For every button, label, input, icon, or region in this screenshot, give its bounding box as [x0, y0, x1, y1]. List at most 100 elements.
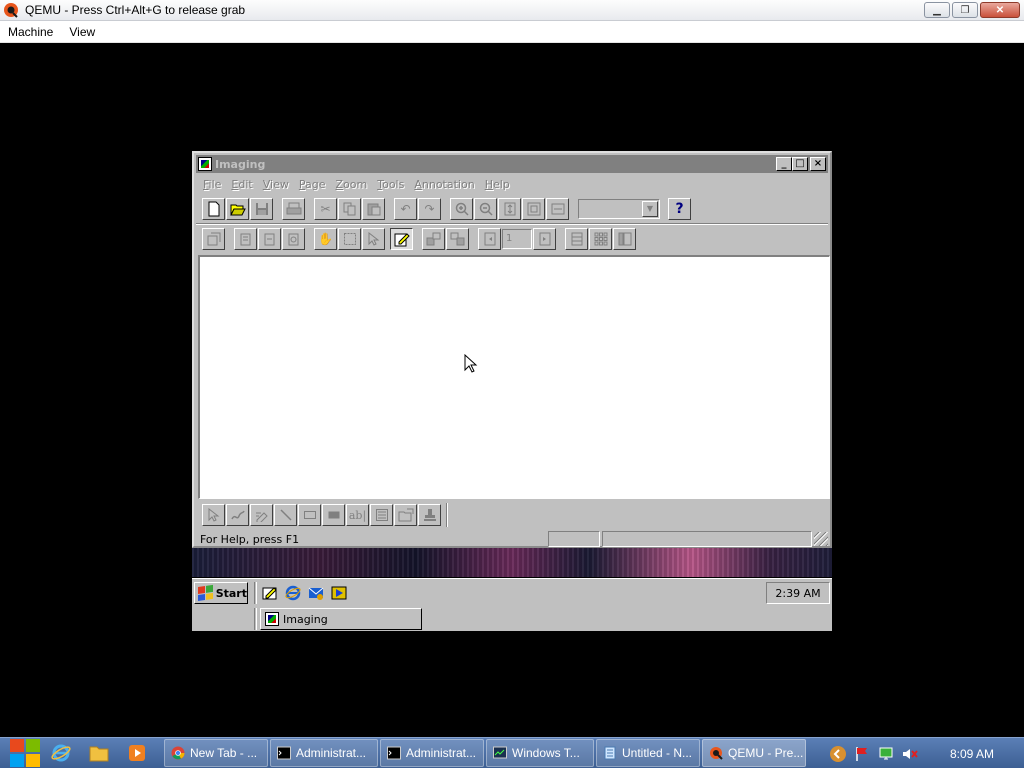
- select-rect-icon[interactable]: [338, 228, 361, 250]
- rotate-left-icon[interactable]: [422, 228, 445, 250]
- menu-file[interactable]: File: [198, 178, 226, 191]
- standard-toolbar: ✂ ↶ ↷ ▼ ?: [198, 195, 692, 223]
- host-task-label: Windows T...: [512, 746, 580, 760]
- next-page-icon[interactable]: [533, 228, 556, 250]
- show-desktop-icon[interactable]: [260, 583, 280, 603]
- page-number-field[interactable]: 1: [502, 229, 532, 249]
- zoom-in-icon[interactable]: [450, 198, 473, 220]
- annotation-select-icon[interactable]: [202, 504, 225, 526]
- chevron-down-icon[interactable]: ▼: [642, 201, 658, 217]
- show-hidden-icons-icon[interactable]: [828, 744, 848, 764]
- undo-icon[interactable]: ↶: [394, 198, 417, 220]
- imaging-app-icon[interactable]: [198, 157, 212, 171]
- qemu-window-title: QEMU - Press Ctrl+Alt+G to release grab: [25, 3, 246, 17]
- redo-icon[interactable]: ↷: [418, 198, 441, 220]
- previous-page-icon[interactable]: [478, 228, 501, 250]
- menu-help[interactable]: Help: [480, 178, 515, 191]
- taskbar-button-imaging[interactable]: Imaging: [260, 608, 422, 630]
- host-task-admin-1[interactable]: Administrat...: [270, 739, 378, 767]
- insert-page-icon[interactable]: [234, 228, 257, 250]
- imaging-minimize-button[interactable]: _: [776, 157, 792, 171]
- highlighter-icon[interactable]: [250, 504, 273, 526]
- qemu-app-icon: [710, 747, 723, 760]
- notepad-icon: [604, 746, 616, 760]
- windows-start-icon[interactable]: [10, 739, 40, 767]
- quick-launch: [260, 583, 349, 603]
- host-task-untitled-notepad[interactable]: Untitled - N...: [596, 739, 700, 767]
- zoom-out-icon[interactable]: [474, 198, 497, 220]
- filled-rectangle-icon[interactable]: [322, 504, 345, 526]
- save-icon[interactable]: [250, 198, 273, 220]
- fit-width-icon[interactable]: [546, 198, 569, 220]
- scan-page-icon[interactable]: [202, 228, 225, 250]
- append-page-icon[interactable]: [258, 228, 281, 250]
- straight-line-icon[interactable]: [274, 504, 297, 526]
- guest-desktop-wallpaper: [192, 547, 832, 577]
- status-text: For Help, press F1: [200, 532, 300, 546]
- thumbnail-view-icon[interactable]: [589, 228, 612, 250]
- text-from-file-icon[interactable]: [394, 504, 417, 526]
- attach-a-note-icon[interactable]: [370, 504, 393, 526]
- outlook-express-icon[interactable]: [306, 583, 326, 603]
- host-task-windows-t[interactable]: Windows T...: [486, 739, 594, 767]
- page-and-thumbnails-view-icon[interactable]: [613, 228, 636, 250]
- statusbar: For Help, press F1: [196, 530, 828, 548]
- media-player-icon[interactable]: [120, 739, 154, 767]
- imaging-menubar: File Edit View Page Zoom Tools Annotatio…: [198, 175, 515, 193]
- help-icon[interactable]: ?: [668, 198, 691, 220]
- windows-logo-icon: [198, 584, 213, 602]
- menu-edit[interactable]: Edit: [226, 178, 257, 191]
- command-prompt-icon: [277, 746, 291, 760]
- network-icon[interactable]: [876, 744, 896, 764]
- menu-view[interactable]: View: [258, 178, 294, 191]
- paste-icon[interactable]: [362, 198, 385, 220]
- guest-clock[interactable]: 2:39 AM: [766, 582, 830, 604]
- fit-height-icon[interactable]: [498, 198, 521, 220]
- volume-muted-icon[interactable]: [900, 744, 920, 764]
- rotate-right-icon[interactable]: [446, 228, 469, 250]
- qemu-menu-view[interactable]: View: [61, 25, 103, 39]
- qemu-menu-machine[interactable]: Machine: [0, 25, 61, 39]
- resize-grip[interactable]: [814, 532, 828, 546]
- image-canvas[interactable]: [198, 255, 830, 499]
- imaging-titlebar[interactable]: Imaging _ □ ×: [196, 155, 828, 173]
- freehand-line-icon[interactable]: [226, 504, 249, 526]
- qemu-restore-button[interactable]: ❐: [952, 2, 978, 18]
- action-center-flag-icon[interactable]: [852, 744, 872, 764]
- annotation-toolbar-icon[interactable]: [390, 228, 413, 250]
- qemu-close-button[interactable]: ✕: [980, 2, 1020, 18]
- host-task-new-tab[interactable]: New Tab - ...: [164, 739, 268, 767]
- host-task-qemu[interactable]: QEMU - Pre...: [702, 739, 806, 767]
- best-fit-icon[interactable]: [522, 198, 545, 220]
- drag-hand-icon[interactable]: ✋: [314, 228, 337, 250]
- host-clock[interactable]: 8:09 AM: [950, 747, 994, 761]
- menu-tools[interactable]: Tools: [372, 178, 409, 191]
- print-icon[interactable]: [282, 198, 305, 220]
- imaging-maximize-button[interactable]: □: [792, 157, 808, 171]
- host-task-admin-2[interactable]: Administrat...: [380, 739, 484, 767]
- internet-explorer-icon[interactable]: [44, 739, 78, 767]
- copy-icon[interactable]: [338, 198, 361, 220]
- qemu-minimize-button[interactable]: ▁: [924, 2, 950, 18]
- internet-explorer-icon[interactable]: [283, 583, 303, 603]
- channels-icon[interactable]: [329, 583, 349, 603]
- rubber-stamp-icon[interactable]: [418, 504, 441, 526]
- zoom-combo[interactable]: ▼: [578, 199, 660, 219]
- start-button[interactable]: Start: [194, 582, 248, 604]
- imaging-close-button[interactable]: ×: [810, 157, 826, 171]
- rescan-page-icon[interactable]: [282, 228, 305, 250]
- new-icon[interactable]: [202, 198, 225, 220]
- open-icon[interactable]: [226, 198, 249, 220]
- guest-screen: Imaging _ □ × File Edit View Page Zoom T…: [192, 151, 832, 631]
- one-page-view-icon[interactable]: [565, 228, 588, 250]
- menu-zoom[interactable]: Zoom: [331, 178, 373, 191]
- select-pointer-icon[interactable]: [362, 228, 385, 250]
- menu-annotation[interactable]: Annotation: [409, 178, 479, 191]
- taskbar-grip: [254, 608, 257, 630]
- menu-page[interactable]: Page: [294, 178, 331, 191]
- hollow-rectangle-icon[interactable]: [298, 504, 321, 526]
- file-explorer-icon[interactable]: [82, 739, 116, 767]
- typed-text-icon[interactable]: ab|: [346, 504, 369, 526]
- annotation-toolbar-divider: [446, 503, 448, 527]
- cut-icon[interactable]: ✂: [314, 198, 337, 220]
